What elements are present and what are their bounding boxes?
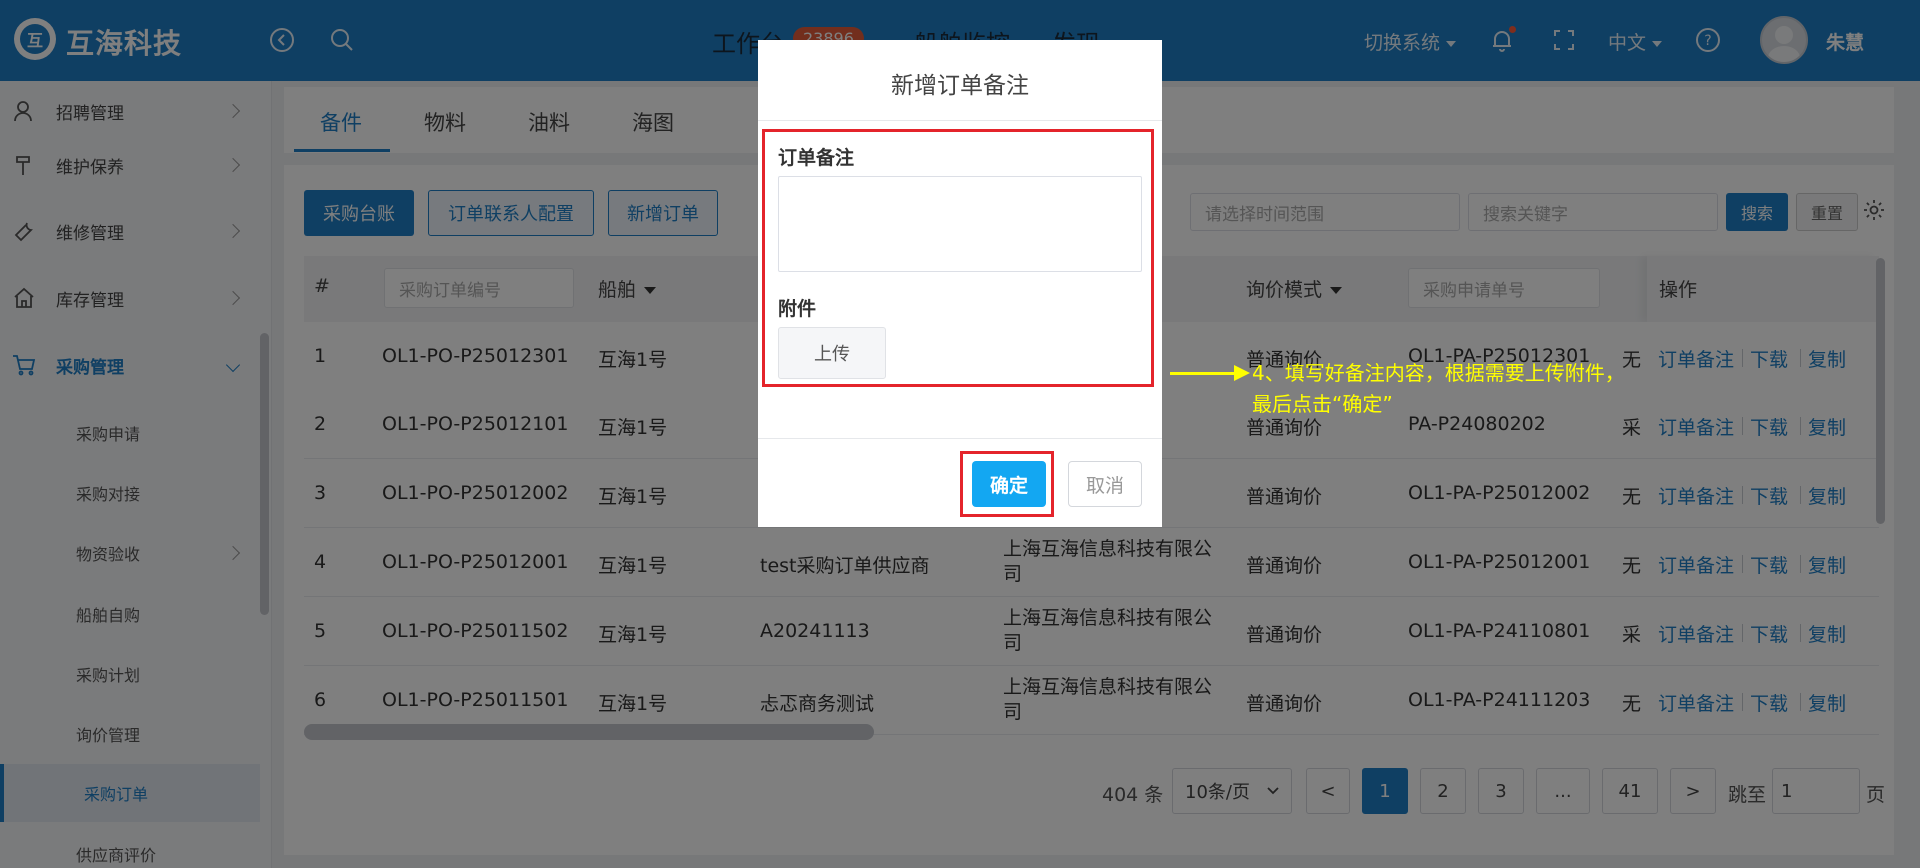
arrow-right-icon xyxy=(1234,365,1250,381)
annotation-line-1: 4、填写好备注内容，根据需要上传附件， xyxy=(1252,361,1625,385)
cancel-button[interactable]: 取消 xyxy=(1068,461,1142,507)
annotation-line-2: 最后点击“确定” xyxy=(1252,392,1393,416)
divider xyxy=(758,438,1162,439)
dialog-title: 新增订单备注 xyxy=(891,73,1029,99)
divider xyxy=(758,120,1162,121)
tutorial-annotation: 4、填写好备注内容，根据需要上传附件， 最后点击“确定” xyxy=(1252,358,1672,420)
form-highlight-box xyxy=(762,129,1154,387)
confirm-highlight-box xyxy=(960,451,1054,517)
annotation-arrow xyxy=(1170,372,1236,375)
